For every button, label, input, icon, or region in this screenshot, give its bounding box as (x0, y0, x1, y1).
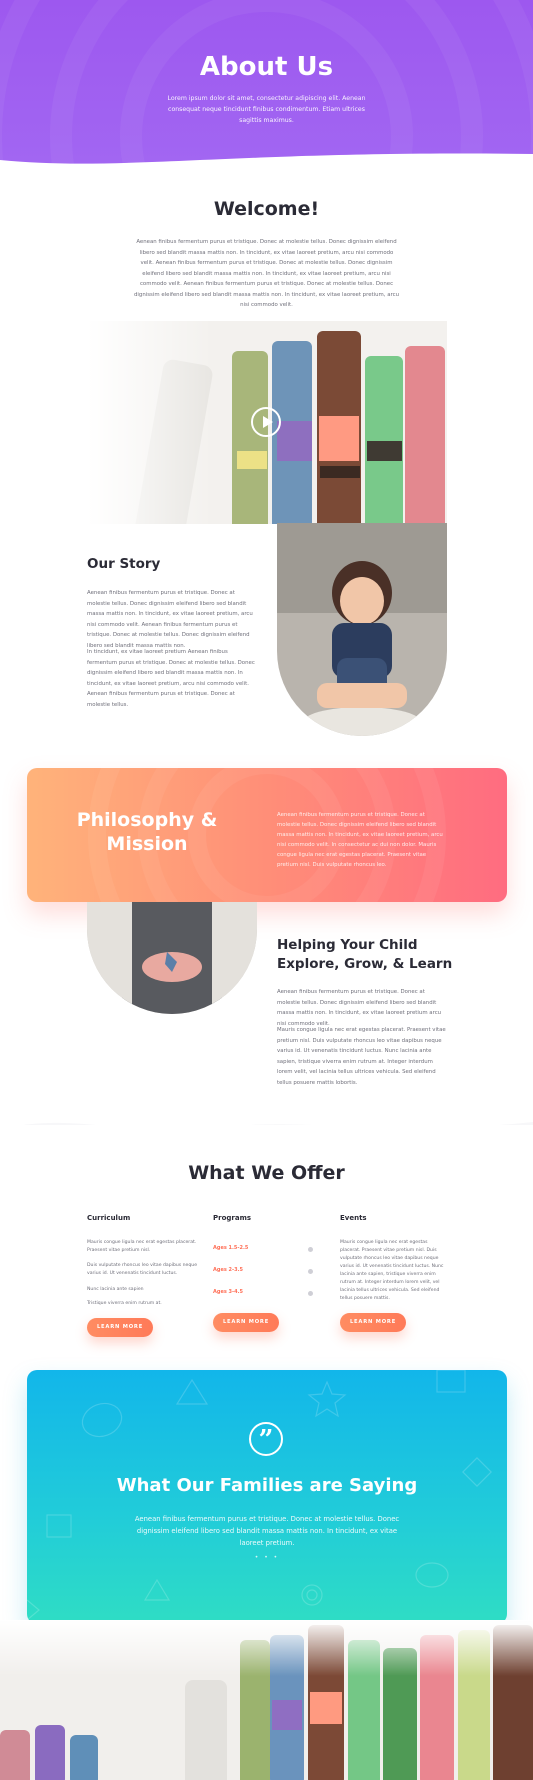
child-hands-photo (87, 902, 257, 1014)
hero-section: About Us Lorem ipsum dolor sit amet, con… (0, 0, 533, 175)
programs-heading: Programs (213, 1214, 252, 1222)
curriculum-text: Duis vulputate rhoncus leo vitae dapibus… (87, 1263, 198, 1276)
program-age-item[interactable]: Ages 1.5-2.5 (213, 1245, 248, 1251)
offer-heading: What We Offer (188, 1162, 345, 1184)
curriculum-text: Tristique viverra enim rutrum at. (87, 1301, 162, 1306)
program-age-item[interactable]: Ages 2-3.5 (213, 1267, 243, 1273)
events-learn-more-button[interactable]: LEARN MORE (340, 1313, 406, 1332)
crayons-footer-image (0, 1620, 533, 1780)
philosophy-text: Aenean finibus fermentum purus et tristi… (277, 812, 443, 868)
helping-paragraph: Aenean finibus fermentum purus et tristi… (277, 989, 442, 1027)
list-bullet-icon (308, 1247, 313, 1252)
curriculum-heading: Curriculum (87, 1214, 131, 1222)
philosophy-mission-banner: Philosophy & Mission Aenean finibus ferm… (27, 768, 507, 902)
helping-paragraph: Mauris congue ligula nec erat egestas pl… (277, 1027, 446, 1086)
welcome-heading: Welcome! (213, 198, 320, 220)
our-story-heading: Our Story (87, 556, 161, 572)
philosophy-heading: Philosophy & Mission (76, 809, 218, 855)
welcome-text: Aenean finibus fermentum purus et tristi… (133, 239, 399, 308)
child-photo (277, 523, 447, 736)
testimonial-text: Aenean finibus fermentum purus et tristi… (134, 1515, 400, 1547)
helping-heading: Helping Your Child Explore, Grow, & Lear… (277, 937, 453, 972)
curriculum-text: Nunc lacinia ante sapien (87, 1287, 144, 1292)
testimonial-section: ” What Our Families are Saying Aenean fi… (27, 1370, 507, 1624)
hero-wave-divider (0, 153, 533, 190)
list-bullet-icon (308, 1291, 313, 1296)
quote-icon: ” (249, 1422, 283, 1456)
testimonial-heading: What Our Families are Saying (116, 1475, 418, 1496)
story-paragraph: In tincidunt, ex vitae laoreet pretium A… (87, 649, 255, 708)
story-paragraph: Aenean finibus fermentum purus et tristi… (87, 590, 253, 649)
events-text: Mauris congue ligula nec erat egestas pl… (340, 1240, 444, 1301)
page-title: About Us (199, 52, 334, 82)
curriculum-learn-more-button[interactable]: LEARN MORE (87, 1318, 153, 1337)
hero-subtitle: Lorem ipsum dolor sit amet, consectetur … (167, 95, 366, 124)
slider-dots[interactable]: • • • (27, 1554, 507, 1561)
testimonial-shapes-decoration (27, 1370, 492, 1621)
programs-learn-more-button[interactable]: LEARN MORE (213, 1313, 279, 1332)
play-icon[interactable] (251, 407, 281, 437)
events-heading: Events (340, 1214, 367, 1222)
curriculum-text: Mauris congue ligula nec erat egestas pl… (87, 1240, 197, 1253)
list-bullet-icon (308, 1269, 313, 1274)
program-age-item[interactable]: Ages 3-4.5 (213, 1289, 243, 1295)
